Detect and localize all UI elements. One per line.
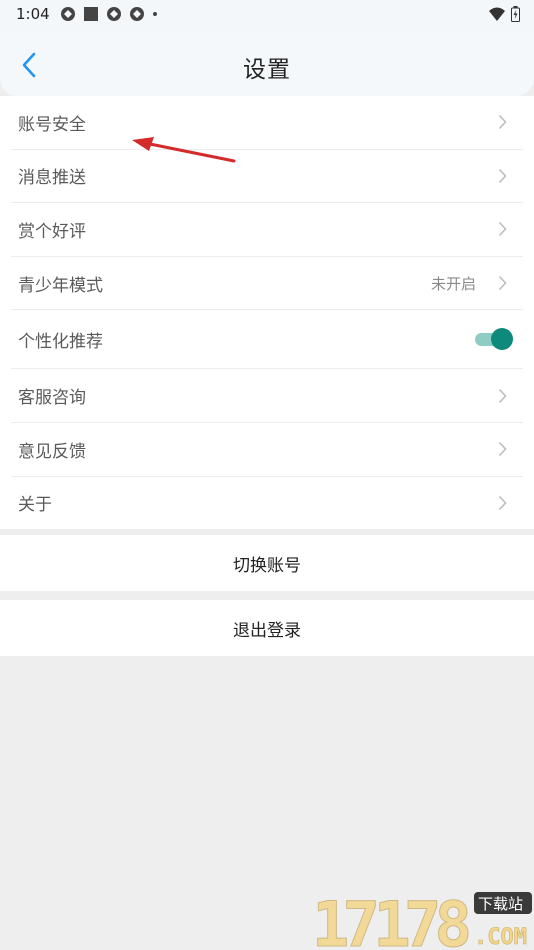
chevron-right-icon [498, 276, 507, 291]
settings-item-label: 青少年模式 [18, 275, 103, 296]
settings-item-rate-app[interactable]: 赏个好评 [11, 203, 523, 257]
settings-item-teen-mode[interactable]: 青少年模式 未开启 [11, 257, 523, 311]
watermark-tag: 下载站 [478, 895, 523, 913]
settings-item-account-security[interactable]: 账号安全 [11, 96, 523, 150]
chevron-right-icon [498, 495, 507, 510]
logout-button[interactable]: 退出登录 [0, 600, 534, 656]
teen-mode-status: 未开启 [430, 274, 476, 293]
app-notification-icon [107, 7, 121, 21]
app-notification-icon [130, 7, 144, 21]
switch-account-button[interactable]: 切换账号 [0, 535, 534, 591]
battery-icon [511, 6, 520, 22]
settings-item-message-push[interactable]: 消息推送 [11, 150, 523, 204]
more-notifications-icon [153, 12, 157, 16]
page-title: 设置 [243, 57, 291, 83]
app-notification-icon [61, 7, 75, 21]
settings-item-label: 赏个好评 [18, 221, 86, 242]
settings-item-label: 消息推送 [18, 168, 86, 189]
settings-item-label: 意见反馈 [18, 441, 86, 462]
status-time: 1:04 [16, 5, 50, 23]
settings-item-label: 账号安全 [18, 114, 86, 135]
settings-item-personalized-recommendation: 个性化推荐 [11, 310, 523, 370]
settings-item-label: 关于 [18, 495, 52, 516]
chevron-right-icon [498, 115, 507, 130]
chevron-right-icon [498, 222, 507, 237]
square-notification-icon [84, 7, 98, 21]
settings-item-customer-service[interactable]: 客服咨询 [11, 369, 523, 423]
chevron-right-icon [498, 388, 507, 403]
annotation-arrow-icon [132, 137, 236, 163]
status-bar: 1:04 [0, 0, 534, 30]
settings-list: 账号安全 消息推送 赏个好评 青少年模式 未开启 个性化推荐 客服咨询 意见反馈… [0, 96, 534, 530]
header-bar: 设置 [0, 30, 534, 96]
settings-item-label: 客服咨询 [18, 388, 86, 409]
watermark-domain: .COM [474, 925, 527, 950]
toggle-knob [491, 328, 513, 351]
status-indicators [489, 6, 520, 22]
settings-item-feedback[interactable]: 意见反馈 [11, 423, 523, 477]
settings-item-about[interactable]: 关于 [11, 477, 523, 530]
chevron-right-icon [498, 442, 507, 457]
wifi-icon [489, 7, 505, 21]
settings-item-label: 个性化推荐 [18, 331, 103, 352]
chevron-right-icon [498, 168, 507, 183]
personalized-recommendation-toggle[interactable] [475, 328, 513, 351]
watermark-logo: 17178 下载站 .COM [312, 888, 532, 950]
notification-icons [60, 6, 158, 22]
watermark-number: 17178 [312, 888, 472, 950]
